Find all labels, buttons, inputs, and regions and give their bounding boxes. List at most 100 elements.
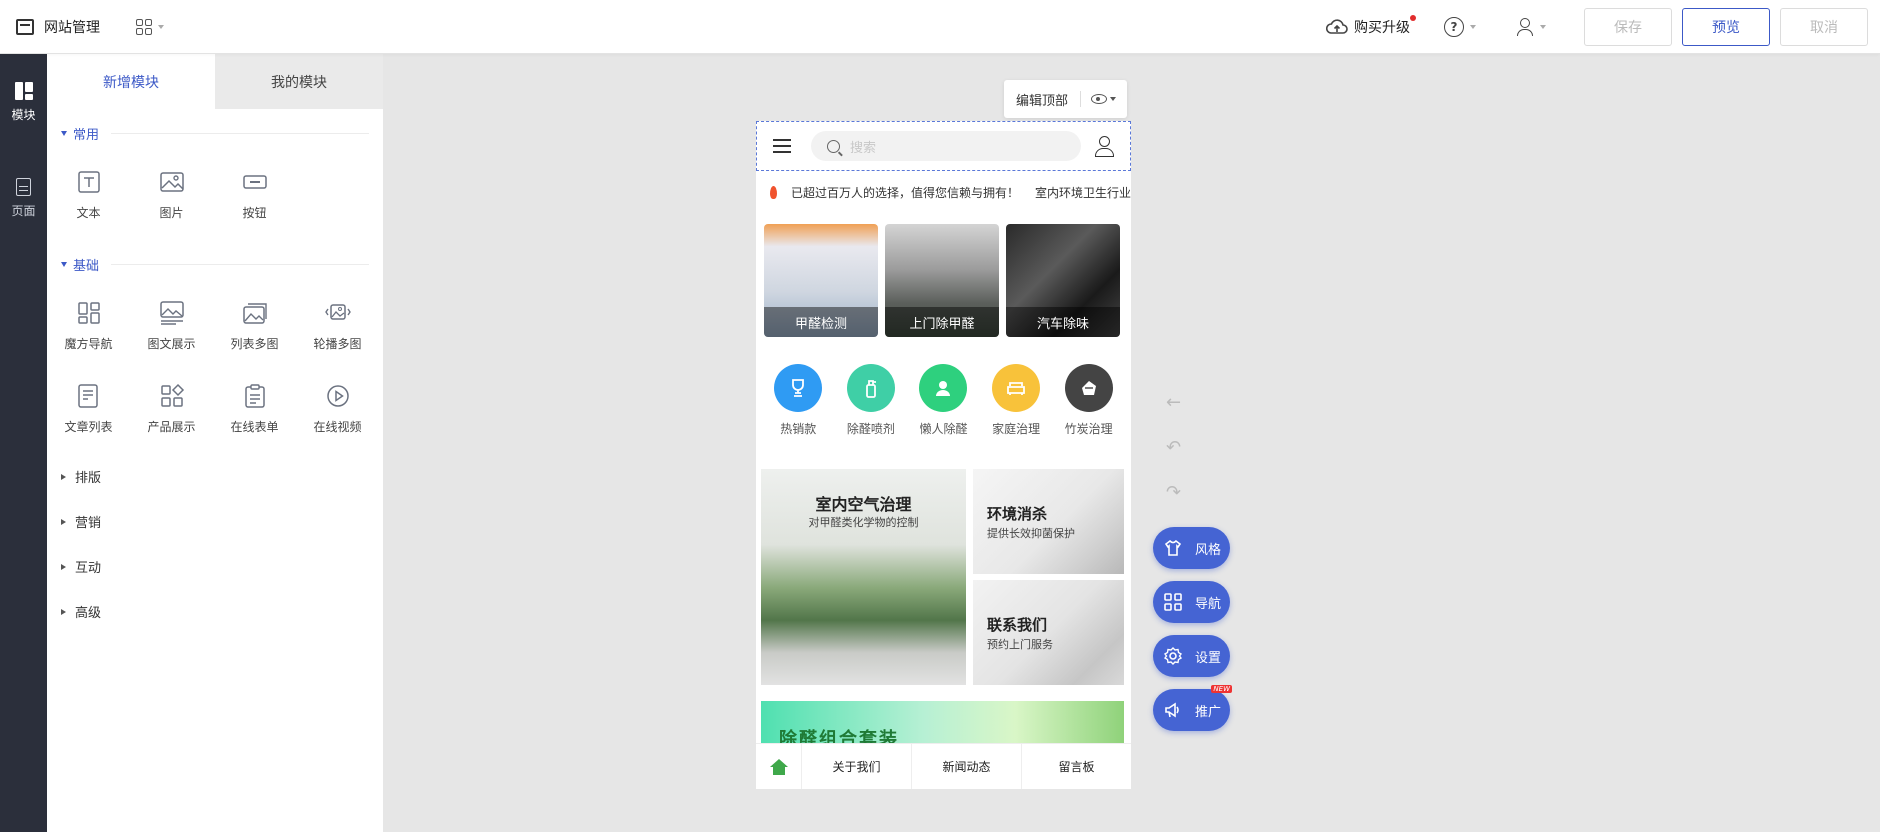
module-video[interactable]: 在线视频 (296, 367, 379, 450)
account-button[interactable] (1514, 17, 1546, 37)
group-common-header[interactable]: 常用 (61, 121, 369, 145)
combo-banner[interactable]: 除醛组合套装 (761, 701, 1124, 745)
left-rail: 模块 页面 (0, 54, 47, 832)
bottom-nav-item[interactable]: 留言板 (1021, 744, 1131, 789)
rail-item-modules[interactable]: 模块 (0, 54, 47, 150)
module-label: 在线表单 (230, 420, 279, 434)
user-icon[interactable] (1094, 136, 1114, 157)
save-button[interactable]: 保存 (1584, 7, 1672, 46)
module-label: 在线视频 (313, 420, 362, 434)
edit-header-toolbar: 编辑顶部 (1004, 80, 1127, 118)
caret-down-icon (61, 130, 67, 136)
banner-subtitle: 提供长效抑菌保护 (987, 527, 1075, 540)
eye-icon[interactable] (1091, 94, 1108, 104)
group-layout-header[interactable]: 排版 (61, 454, 369, 499)
module-product[interactable]: 产品展示 (130, 367, 213, 450)
settings-button[interactable]: 设置 (1153, 635, 1230, 677)
help-button[interactable]: ? (1444, 16, 1476, 37)
module-image-text[interactable]: 图文展示 (130, 284, 213, 367)
module-text[interactable]: 文本 (47, 153, 130, 236)
banner-disinfect[interactable]: 环境消杀 提供长效抑菌保护 (973, 469, 1124, 574)
shirt-icon (1164, 539, 1182, 556)
module-carousel[interactable]: 轮播多图 (296, 284, 379, 367)
common-modules: 文本 图片 按钮 (47, 153, 383, 236)
editor-canvas: 编辑顶部 搜索 已超过百万人的选择，值得您信赖与拥有！ 室内环境卫生行业 甲醛检… (383, 54, 1880, 832)
product-icon (160, 383, 184, 407)
undo-icon[interactable]: ↶ (1166, 437, 1181, 458)
chevron-down-icon (1470, 24, 1476, 29)
sofa-icon (992, 364, 1041, 412)
icon-nav-label: 懒人除醛 (919, 422, 968, 436)
notice-text: 已超过百万人的选择，值得您信赖与拥有！ (790, 185, 1019, 200)
style-button[interactable]: 风格 (1153, 527, 1230, 569)
group-basic-header[interactable]: 基础 (61, 252, 369, 276)
menu-icon[interactable] (773, 139, 791, 153)
bottom-nav-item[interactable]: 关于我们 (801, 744, 911, 789)
chevron-down-icon[interactable] (1110, 97, 1117, 101)
group-title: 排版 (75, 471, 102, 486)
home-icon (769, 758, 788, 775)
caret-right-icon (61, 473, 66, 480)
float-label: 导航 (1195, 596, 1222, 612)
banner-contact[interactable]: 联系我们 预约上门服务 (973, 580, 1124, 685)
help-icon: ? (1444, 16, 1464, 37)
group-interaction-header[interactable]: 互动 (61, 544, 369, 589)
site-search-box[interactable]: 搜索 (811, 131, 1081, 161)
category-card[interactable]: 甲醛检测 (764, 224, 878, 337)
rail-item-pages[interactable]: 页面 (0, 150, 47, 246)
module-cube-nav[interactable]: 魔方导航 (47, 284, 130, 367)
category-card[interactable]: 上门除甲醛 (885, 224, 999, 337)
icon-nav-item[interactable]: 除醛喷剂 (840, 364, 902, 437)
carousel-icon (324, 304, 351, 320)
basic-modules: 魔方导航 图文展示 列表多图 轮播多图 文章列表 产品展示 在线表单 在线视频 (47, 284, 383, 450)
module-button[interactable]: 按钮 (213, 153, 296, 236)
group-marketing-header[interactable]: 营销 (61, 499, 369, 544)
module-form[interactable]: 在线表单 (213, 367, 296, 450)
group-advanced-header[interactable]: 高级 (61, 589, 369, 634)
cancel-button[interactable]: 取消 (1780, 7, 1868, 46)
gear-icon (1163, 647, 1183, 665)
promote-button[interactable]: 推广 NEW (1153, 685, 1232, 731)
icon-nav-label: 热销款 (780, 422, 817, 436)
category-card[interactable]: 汽车除味 (1006, 224, 1120, 337)
apps-menu-button[interactable] (136, 18, 164, 35)
upgrade-button[interactable]: 购买升级 (1326, 14, 1416, 37)
bottom-nav-item[interactable]: 新闻动态 (911, 744, 1021, 789)
caret-right-icon (61, 518, 66, 525)
phone-preview: 搜索 已超过百万人的选择，值得您信赖与拥有！ 室内环境卫生行业 甲醛检测 上门除… (756, 121, 1131, 789)
module-list-images[interactable]: 列表多图 (213, 284, 296, 367)
caret-right-icon (61, 608, 66, 615)
redo-icon[interactable]: ↷ (1166, 482, 1181, 503)
image-icon (159, 172, 184, 192)
site-header[interactable]: 搜索 (756, 121, 1131, 171)
icon-nav-item[interactable]: 懒人除醛 (912, 364, 974, 437)
banner-air[interactable]: 室内空气治理 对甲醛类化学物的控制 (761, 469, 966, 685)
icon-nav-item[interactable]: 竹炭治理 (1058, 364, 1120, 437)
float-label: 推广 (1195, 704, 1222, 720)
notice-bar[interactable]: 已超过百万人的选择，值得您信赖与拥有！ 室内环境卫生行业 (756, 171, 1131, 213)
combo-title: 除醛组合套装 (779, 729, 899, 745)
module-label: 魔方导航 (64, 337, 113, 351)
preview-button[interactable]: 预览 (1682, 7, 1770, 46)
icon-nav-item[interactable]: 家庭治理 (985, 364, 1047, 437)
module-article-list[interactable]: 文章列表 (47, 367, 130, 450)
module-label: 列表多图 (230, 337, 279, 351)
website-icon (16, 18, 34, 35)
banner-title: 联系我们 (987, 616, 1048, 634)
icon-nav-label: 家庭治理 (992, 422, 1041, 436)
bottom-nav-home[interactable] (756, 744, 801, 789)
module-label: 图文展示 (147, 337, 196, 351)
article-list-icon (77, 384, 98, 408)
person-icon (919, 364, 968, 412)
tab-new-modules[interactable]: 新增模块 (47, 54, 215, 109)
icon-nav-label: 除醛喷剂 (846, 422, 895, 436)
tab-my-modules[interactable]: 我的模块 (215, 54, 383, 109)
rail-item-label: 页面 (11, 203, 36, 218)
caret-right-icon (61, 563, 66, 570)
edit-top-button[interactable]: 编辑顶部 (1016, 90, 1068, 109)
back-arrow-icon[interactable]: ← (1166, 392, 1181, 413)
group-title: 高级 (75, 606, 102, 621)
icon-nav-item[interactable]: 热销款 (767, 364, 829, 437)
nav-button[interactable]: 导航 (1153, 581, 1230, 623)
module-image[interactable]: 图片 (130, 153, 213, 236)
